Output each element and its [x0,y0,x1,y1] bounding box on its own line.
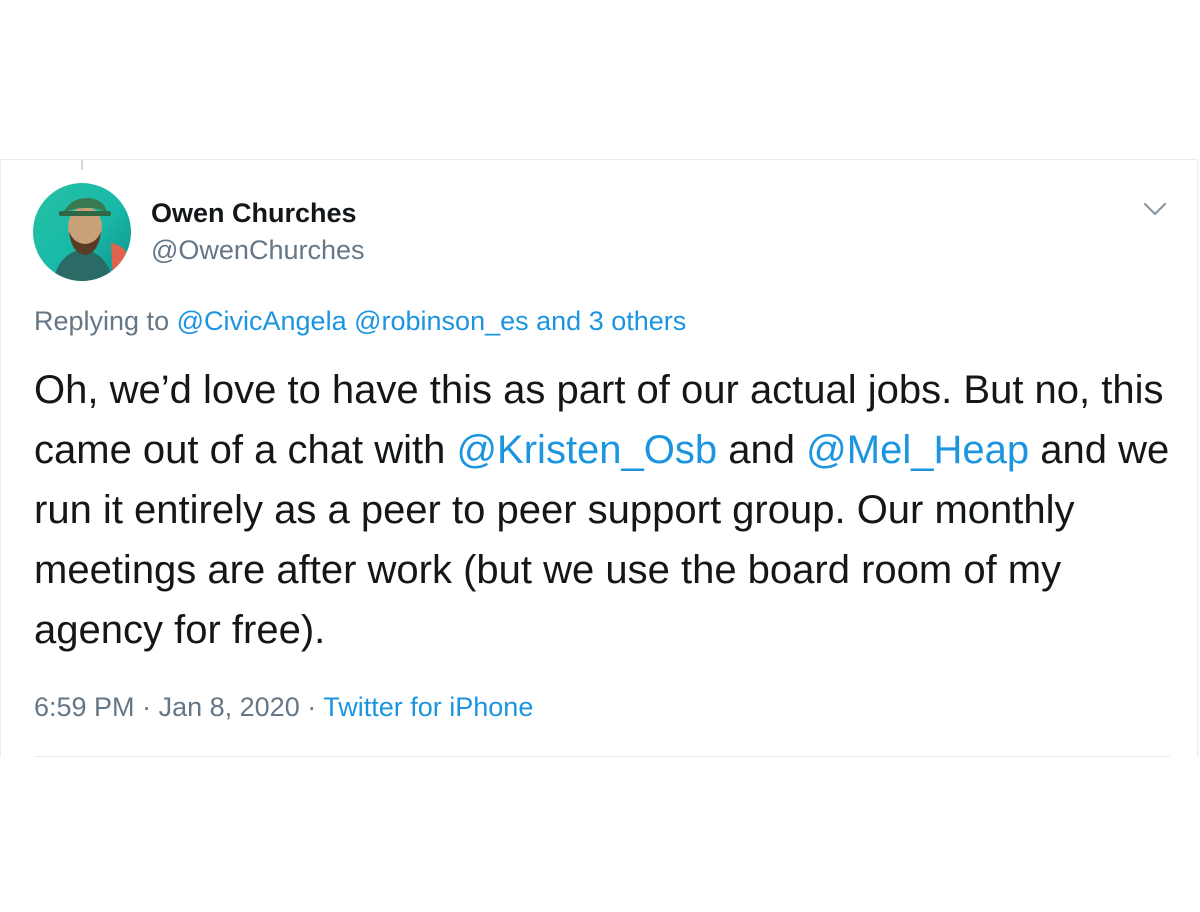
replying-prefix: Replying to [34,306,170,336]
separator: · [142,692,152,722]
thread-connector-line [81,160,83,170]
author-name[interactable]: Owen Churches [151,198,357,229]
replying-to-line: Replying to @CivicAngela @robinson_es an… [34,306,686,337]
chevron-down-icon[interactable] [1141,198,1169,220]
mention-link[interactable]: @Mel_Heap [806,428,1029,472]
separator: · [307,692,317,722]
mention-link[interactable]: @robinson_es [354,306,529,336]
mention-link[interactable]: @CivicAngela [177,306,347,336]
others-link[interactable]: and 3 others [536,306,686,336]
tweet-time[interactable]: 6:59 PM [34,692,135,722]
divider [34,756,1170,757]
author-handle[interactable]: @OwenChurches [151,235,365,266]
tweet-body: Oh, we’d love to have this as part of ou… [34,360,1184,660]
tweet-text-segment: and [728,428,796,472]
tweet-card: Owen Churches @OwenChurches Replying to … [0,159,1198,757]
tweet-source-link[interactable]: Twitter for iPhone [323,692,533,722]
avatar-photo-icon [33,183,131,281]
tweet-date[interactable]: Jan 8, 2020 [159,692,300,722]
avatar[interactable] [33,183,131,281]
mention-link[interactable]: @Kristen_Osb [456,428,717,472]
tweet-metadata: 6:59 PM · Jan 8, 2020 · Twitter for iPho… [34,692,533,723]
